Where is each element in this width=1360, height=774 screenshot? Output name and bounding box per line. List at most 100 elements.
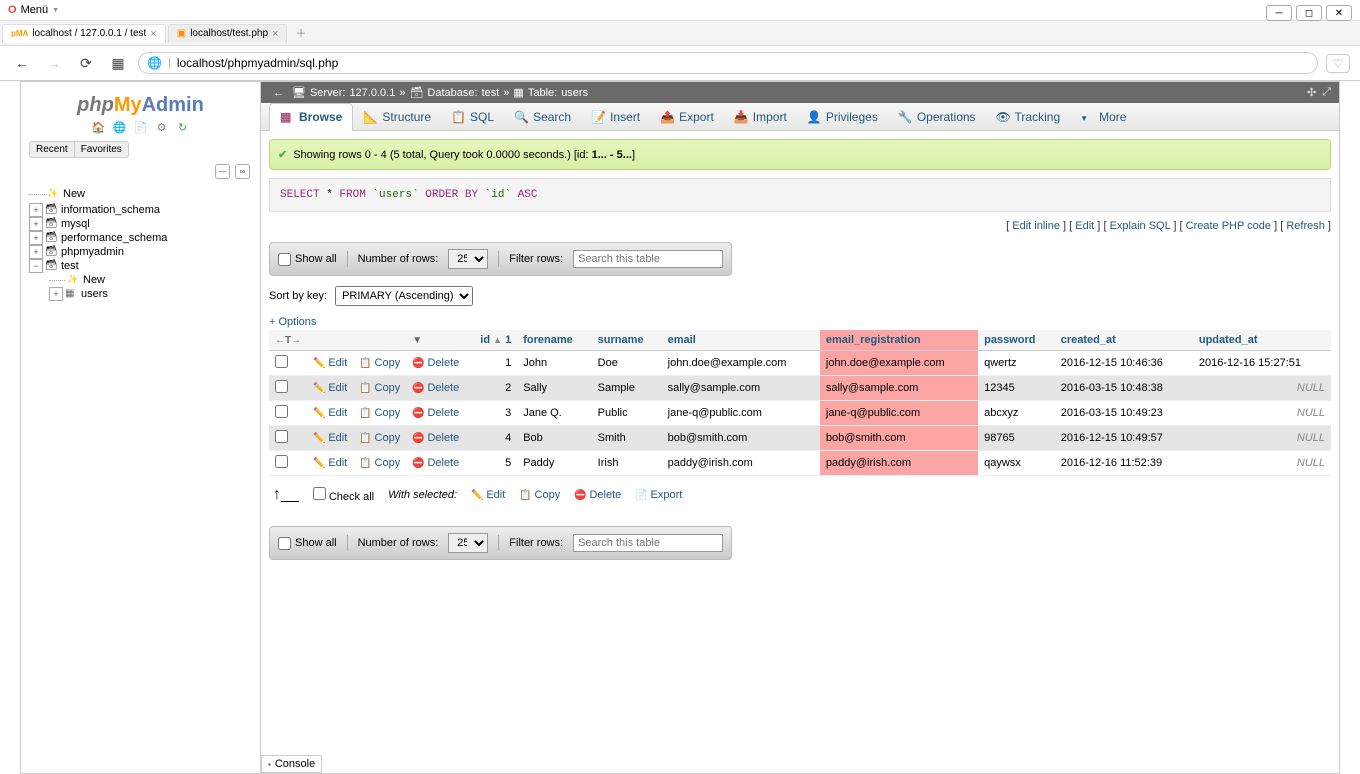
- breadcrumb-server[interactable]: 127.0.0.1: [349, 87, 395, 99]
- row-delete-button[interactable]: Delete: [412, 432, 459, 444]
- num-rows-select[interactable]: 25: [448, 249, 488, 269]
- row-edit-button[interactable]: Edit: [313, 457, 347, 469]
- window-close-button[interactable]: ✕: [1326, 5, 1352, 21]
- bulk-delete-button[interactable]: Delete: [574, 489, 621, 501]
- tab-close-icon[interactable]: ×: [150, 28, 156, 40]
- nav-back-button[interactable]: ←: [10, 51, 34, 75]
- browser-tab-inactive[interactable]: ▣ localhost/test.php ×: [168, 24, 288, 43]
- url-input[interactable]: [177, 56, 1309, 70]
- check-all[interactable]: Check all: [313, 487, 374, 503]
- tree-new-db[interactable]: New: [29, 187, 252, 201]
- tab-operations[interactable]: Operations: [888, 103, 986, 130]
- collapse-tree-button[interactable]: —: [215, 164, 230, 179]
- window-minimize-button[interactable]: ─: [1266, 5, 1292, 21]
- col-move-left-icon[interactable]: ←T→: [275, 335, 301, 346]
- tab-import[interactable]: Import: [724, 103, 797, 130]
- tab-search[interactable]: Search: [504, 103, 581, 130]
- tree-db-information_schema[interactable]: +information_schema: [29, 203, 252, 217]
- console-bar[interactable]: Console: [261, 755, 322, 773]
- new-tab-button[interactable]: ＋: [289, 23, 312, 43]
- filter-input[interactable]: [573, 250, 723, 268]
- side-tab-favorites[interactable]: Favorites: [75, 141, 129, 158]
- row-checkbox[interactable]: [275, 455, 288, 468]
- row-edit-button[interactable]: Edit: [313, 432, 347, 444]
- tab-structure[interactable]: Structure: [353, 103, 441, 130]
- tree-new-table[interactable]: New: [49, 273, 252, 287]
- col-dropdown-icon[interactable]: ▼: [412, 335, 422, 346]
- row-delete-button[interactable]: Delete: [412, 407, 459, 419]
- col-header-password[interactable]: password: [978, 330, 1055, 351]
- row-delete-button[interactable]: Delete: [412, 457, 459, 469]
- row-checkbox[interactable]: [275, 380, 288, 393]
- reload-icon[interactable]: ↻: [176, 121, 190, 135]
- row-checkbox[interactable]: [275, 355, 288, 368]
- tab-sql[interactable]: SQL: [441, 103, 504, 130]
- col-header-forename[interactable]: forename: [517, 330, 591, 351]
- row-edit-button[interactable]: Edit: [313, 382, 347, 394]
- sql-action-edit-inline[interactable]: Edit inline: [1012, 220, 1060, 232]
- tab-close-icon[interactable]: ×: [272, 28, 278, 40]
- col-header-surname[interactable]: surname: [592, 330, 662, 351]
- row-edit-button[interactable]: Edit: [313, 407, 347, 419]
- tab-more[interactable]: More: [1070, 103, 1136, 130]
- row-delete-button[interactable]: Delete: [412, 357, 459, 369]
- row-copy-button[interactable]: Copy: [359, 457, 400, 469]
- row-copy-button[interactable]: Copy: [359, 357, 400, 369]
- row-checkbox[interactable]: [275, 405, 288, 418]
- menu-chevron-down-icon[interactable]: ▼: [52, 7, 59, 14]
- bulk-edit-button[interactable]: Edit: [471, 489, 505, 501]
- logout-icon[interactable]: 🌐: [112, 121, 126, 135]
- col-header-email[interactable]: email: [662, 330, 820, 351]
- home-icon[interactable]: 🏠: [91, 121, 105, 135]
- options-toggle[interactable]: + Options: [269, 316, 316, 328]
- filter-input-bottom[interactable]: [573, 534, 723, 552]
- tree-db-test[interactable]: −test: [29, 259, 252, 273]
- tree-db-mysql[interactable]: +mysql: [29, 217, 252, 231]
- tab-tracking[interactable]: Tracking: [986, 103, 1071, 130]
- row-edit-button[interactable]: Edit: [313, 357, 347, 369]
- tab-export[interactable]: Export: [650, 103, 724, 130]
- tab-insert[interactable]: Insert: [581, 103, 650, 130]
- speed-dial-button[interactable]: ▦: [106, 51, 130, 75]
- tab-browse[interactable]: Browse: [269, 103, 353, 131]
- docs-icon[interactable]: 📄: [134, 121, 148, 135]
- breadcrumb-table[interactable]: users: [561, 87, 588, 99]
- col-header-updated_at[interactable]: updated_at: [1193, 330, 1331, 351]
- link-tree-button[interactable]: ∞: [235, 164, 250, 179]
- sortkey-select[interactable]: PRIMARY (Ascending): [335, 286, 473, 306]
- tab-privileges[interactable]: Privileges: [797, 103, 888, 130]
- bookmark-heart-button[interactable]: ♡: [1326, 54, 1350, 73]
- nav-forward-button[interactable]: →: [42, 51, 66, 75]
- show-all-checkbox[interactable]: Show all: [278, 253, 337, 266]
- nav-reload-button[interactable]: ⟳: [74, 51, 98, 75]
- sql-action-explain-sql[interactable]: Explain SQL: [1110, 220, 1171, 232]
- tree-db-performance_schema[interactable]: +performance_schema: [29, 231, 252, 245]
- row-checkbox[interactable]: [275, 430, 288, 443]
- bulk-copy-button[interactable]: Copy: [519, 489, 560, 501]
- page-collapse-icon[interactable]: ⤢: [1322, 86, 1331, 99]
- row-copy-button[interactable]: Copy: [359, 382, 400, 394]
- col-header-id[interactable]: id ▲ 1: [465, 330, 517, 351]
- row-copy-button[interactable]: Copy: [359, 407, 400, 419]
- num-rows-select-bottom[interactable]: 25: [448, 533, 488, 553]
- pma-logo[interactable]: phpMyAdmin: [29, 94, 252, 117]
- row-delete-button[interactable]: Delete: [412, 382, 459, 394]
- col-header-created_at[interactable]: created_at: [1055, 330, 1193, 351]
- bulk-export-button[interactable]: Export: [635, 489, 682, 501]
- tree-db-phpmyadmin[interactable]: +phpmyadmin: [29, 245, 252, 259]
- page-settings-icon[interactable]: ✣: [1307, 86, 1316, 99]
- sql-action-create-php-code[interactable]: Create PHP code: [1186, 220, 1271, 232]
- menu-label[interactable]: Menü: [21, 4, 49, 16]
- side-tab-recent[interactable]: Recent: [29, 141, 75, 158]
- breadcrumb-db[interactable]: test: [482, 87, 500, 99]
- show-all-checkbox-bottom[interactable]: Show all: [278, 537, 337, 550]
- tree-table-users[interactable]: +users: [49, 287, 252, 301]
- window-maximize-button[interactable]: ◻: [1296, 5, 1322, 21]
- sql-action-edit[interactable]: Edit: [1075, 220, 1094, 232]
- browser-tab-active[interactable]: pMA localhost / 127.0.0.1 / test ×: [2, 24, 166, 43]
- row-copy-button[interactable]: Copy: [359, 432, 400, 444]
- col-header-email_registration[interactable]: email_registration: [820, 330, 978, 351]
- sql-action-refresh[interactable]: Refresh: [1286, 220, 1325, 232]
- settings-icon[interactable]: ⚙: [155, 121, 169, 135]
- breadcrumb-collapse-icon[interactable]: ←: [269, 87, 288, 99]
